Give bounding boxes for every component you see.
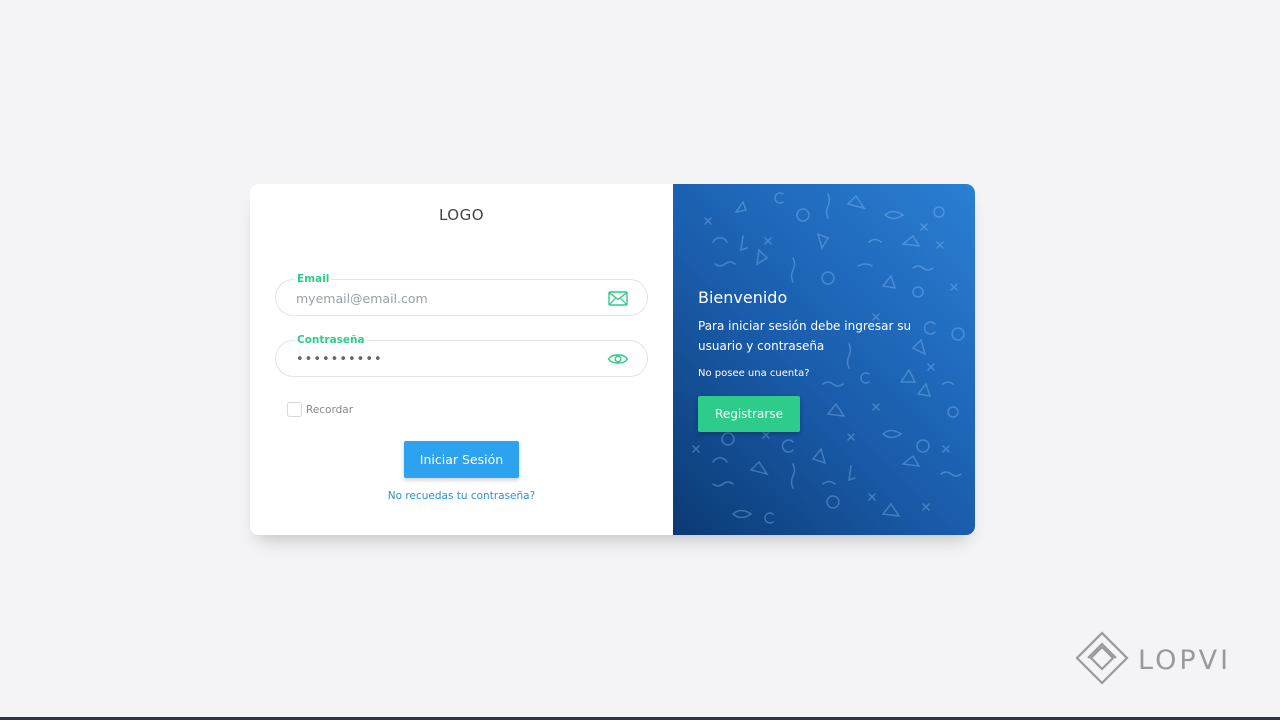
lopvi-logo-icon: [1074, 630, 1130, 690]
login-panel: LOGO Email Contraseña: [250, 184, 673, 535]
remember-checkbox[interactable]: [287, 402, 302, 417]
login-button[interactable]: Iniciar Sesión: [404, 441, 519, 478]
forgot-password-link[interactable]: No recuedas tu contraseña?: [250, 490, 673, 502]
remember-label: Recordar: [306, 403, 354, 416]
welcome-panel: Bienvenido Para iniciar sesión debe ingr…: [673, 184, 975, 535]
no-account-text: No posee una cuenta?: [698, 368, 810, 379]
logo-text: LOGO: [438, 206, 485, 224]
password-label: Contraseña: [295, 334, 367, 346]
page: LOGO Email Contraseña: [0, 0, 1280, 720]
eye-icon[interactable]: [607, 350, 629, 368]
brand-name: LOPVI: [1138, 644, 1232, 676]
welcome-text: Para iniciar sesión debe ingresar su usu…: [698, 319, 912, 353]
email-label: Email: [295, 273, 332, 285]
doodle-pattern: [692, 192, 965, 524]
welcome-title: Bienvenido: [698, 288, 788, 307]
remember-me: Recordar: [287, 402, 353, 417]
password-input[interactable]: [296, 349, 596, 369]
email-input[interactable]: [296, 288, 596, 308]
envelope-icon: [607, 289, 629, 307]
login-card: LOGO Email Contraseña: [250, 184, 975, 535]
brand-watermark: LOPVI: [1074, 630, 1231, 690]
register-button[interactable]: Registrarse: [698, 396, 800, 432]
